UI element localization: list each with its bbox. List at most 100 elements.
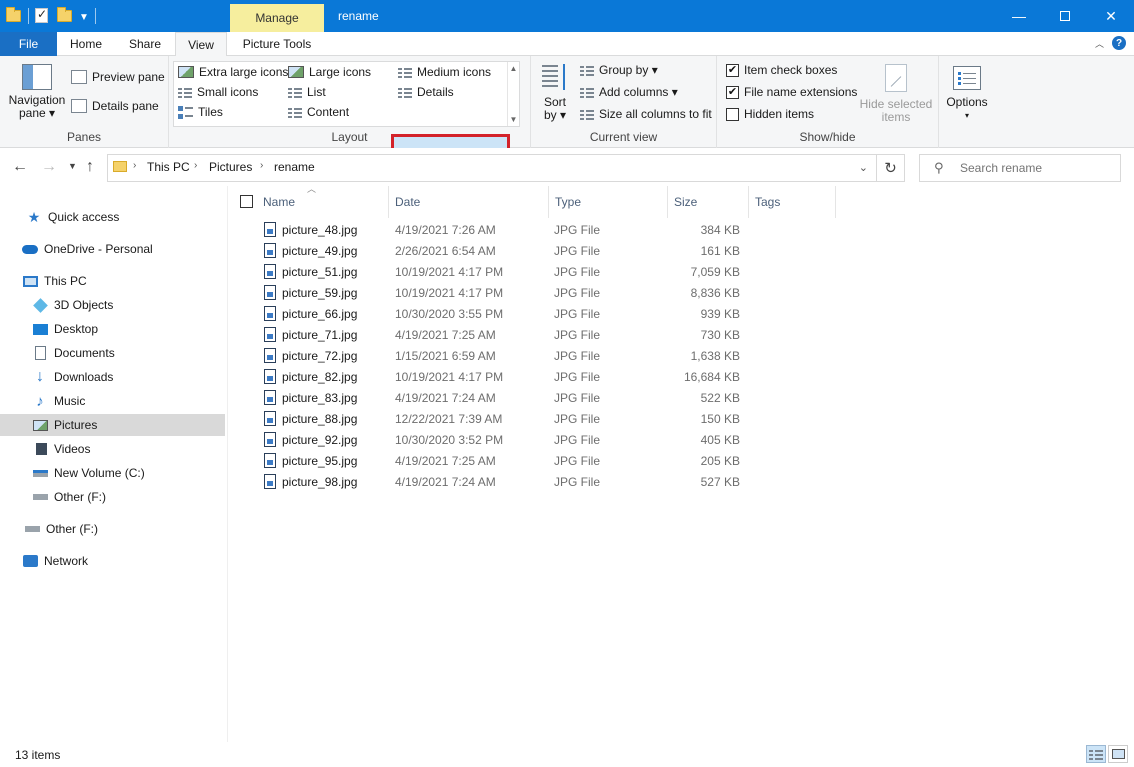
sidebar-item-network[interactable]: Network [0, 550, 225, 572]
layout-tiles[interactable]: Tiles [178, 105, 223, 119]
folder-icon[interactable] [6, 7, 22, 24]
breadcrumb-separator-icon[interactable]: › [194, 160, 197, 171]
preview-pane-button[interactable]: Preview pane [71, 70, 165, 84]
manage-context-tab[interactable]: Manage [230, 4, 324, 32]
close-button[interactable]: ✕ [1088, 0, 1134, 32]
layout-medium-icons[interactable]: Medium icons [398, 65, 491, 79]
layout-large-icons[interactable]: Large icons [288, 65, 371, 79]
address-bar[interactable]: › This PC › Pictures › rename ⌄ [107, 154, 877, 182]
sidebar-item-onedrive[interactable]: OneDrive - Personal [0, 238, 225, 260]
file-name-extensions-checkbox[interactable]: ✔ [726, 85, 739, 99]
item-check-boxes-checkbox[interactable]: ✔ [726, 63, 739, 77]
hide-selected-items-button[interactable]: Hide selected items [859, 64, 933, 124]
table-row[interactable]: picture_95.jpg 4/19/2021 7:25 AM JPG File 2… [258, 451, 748, 472]
sidebar-item-desktop[interactable]: Desktop [0, 318, 225, 340]
scroll-up-icon[interactable]: ▲ [510, 64, 518, 73]
column-header-tags[interactable]: Tags [749, 186, 836, 218]
group-by-button[interactable]: Group by ▾ [580, 63, 658, 77]
table-row[interactable]: picture_82.jpg 10/19/2021 4:17 PM JPG File… [258, 367, 748, 388]
layout-content[interactable]: Content [288, 105, 349, 119]
details-view-button[interactable] [1086, 745, 1106, 763]
sidebar-item-label: OneDrive - Personal [44, 242, 153, 256]
sidebar-item-videos[interactable]: Videos [0, 438, 225, 460]
scroll-down-icon[interactable]: ▼ [510, 115, 518, 124]
table-row[interactable]: picture_72.jpg 1/15/2021 6:59 AM JPG File 1… [258, 346, 748, 367]
sidebar-item-other-f-root[interactable]: Other (F:) [0, 518, 225, 540]
layout-gallery-scroll[interactable]: ▲ ▼ [507, 62, 519, 126]
file-date: 10/30/2020 3:55 PM [395, 307, 504, 321]
table-row[interactable]: picture_98.jpg 4/19/2021 7:24 AM JPG File 5… [258, 472, 748, 493]
sidebar-item-new-volume-c[interactable]: New Volume (C:) [0, 462, 225, 484]
table-row[interactable]: picture_49.jpg 2/26/2021 6:54 AM JPG File 1… [258, 241, 748, 262]
column-header-date[interactable]: Date [389, 186, 549, 218]
table-row[interactable]: picture_83.jpg 4/19/2021 7:24 AM JPG File 5… [258, 388, 748, 409]
sidebar-item-3d-objects[interactable]: 3D Objects [0, 294, 225, 316]
column-header-size[interactable]: Size [668, 186, 749, 218]
help-icon[interactable]: ? [1112, 36, 1126, 50]
search-input[interactable] [960, 160, 1115, 176]
customize-toolbar-chevron-icon[interactable]: ▼ [79, 12, 89, 23]
tab-file[interactable]: File [0, 32, 57, 56]
address-folder-icon [113, 161, 127, 172]
table-row[interactable]: picture_66.jpg 10/30/2020 3:55 PM JPG File… [258, 304, 748, 325]
tab-picture-tools[interactable]: Picture Tools [229, 32, 325, 56]
breadcrumb-rename[interactable]: rename [274, 160, 315, 174]
properties-icon[interactable] [35, 7, 51, 24]
back-arrow-icon[interactable]: ← [12, 158, 28, 176]
search-box[interactable]: ⚲ [919, 154, 1121, 182]
breadcrumb-separator-icon[interactable]: › [133, 160, 136, 171]
file-name: picture_98.jpg [282, 475, 358, 489]
table-row[interactable]: picture_88.jpg 12/22/2021 7:39 AM JPG File… [258, 409, 748, 430]
file-name-extensions-option[interactable]: ✔ File name extensions [726, 85, 857, 99]
table-row[interactable]: picture_71.jpg 4/19/2021 7:25 AM JPG File 7… [258, 325, 748, 346]
layout-details[interactable]: Details [398, 85, 454, 99]
table-row[interactable]: picture_92.jpg 10/30/2020 3:52 PM JPG File… [258, 430, 748, 451]
sidebar-item-documents[interactable]: Documents [0, 342, 225, 364]
file-date: 10/30/2020 3:52 PM [395, 433, 504, 447]
sidebar-item-other-f[interactable]: Other (F:) [0, 486, 225, 508]
sort-by-button[interactable]: Sort by ▾ [540, 62, 570, 122]
new-folder-icon[interactable] [57, 7, 73, 24]
breadcrumb-separator-icon[interactable]: › [260, 160, 263, 171]
collapse-ribbon-chevron-icon[interactable]: ︿ [1095, 37, 1104, 50]
sidebar-item-quick-access[interactable]: ★ Quick access [0, 206, 225, 228]
sidebar-item-pictures[interactable]: Pictures [0, 414, 225, 436]
extra-large-icons-icon [178, 66, 194, 78]
column-header-name[interactable]: Name [257, 186, 389, 218]
refresh-button[interactable]: ↻ [877, 154, 905, 182]
hidden-items-checkbox[interactable] [726, 107, 739, 121]
item-check-boxes-option[interactable]: ✔ Item check boxes [726, 63, 837, 77]
table-row[interactable]: picture_51.jpg 10/19/2021 4:17 PM JPG File… [258, 262, 748, 283]
breadcrumb-this-pc[interactable]: This PC [147, 160, 190, 174]
breadcrumb-pictures[interactable]: Pictures [209, 160, 252, 174]
maximize-button[interactable] [1042, 0, 1088, 32]
tab-view[interactable]: View [175, 32, 227, 57]
tab-share[interactable]: Share [115, 32, 175, 56]
options-button[interactable]: Options ▾ [943, 66, 991, 122]
minimize-button[interactable]: — [996, 0, 1042, 32]
up-arrow-icon[interactable]: ↑ [86, 158, 94, 176]
layout-extra-large-icons[interactable]: Extra large icons [178, 65, 288, 79]
address-history-chevron-icon[interactable]: ⌄ [859, 161, 868, 174]
sidebar-item-music[interactable]: ♪ Music [0, 390, 225, 412]
hidden-items-option[interactable]: Hidden items [726, 107, 814, 121]
large-icons-view-icon [1111, 749, 1125, 759]
add-columns-icon [580, 86, 594, 98]
sidebar-item-this-pc[interactable]: This PC [0, 270, 225, 292]
size-columns-button[interactable]: Size all columns to fit [580, 107, 712, 121]
column-header-type[interactable]: Type [549, 186, 668, 218]
details-pane-button[interactable]: Details pane [71, 99, 159, 113]
select-all-checkbox[interactable] [240, 195, 253, 208]
navigation-pane-button[interactable]: Navigation pane ▾ [7, 64, 67, 120]
layout-small-icons[interactable]: Small icons [178, 85, 258, 99]
layout-list[interactable]: List [288, 85, 326, 99]
table-row[interactable]: picture_59.jpg 10/19/2021 4:17 PM JPG File… [258, 283, 748, 304]
large-icons-view-button[interactable] [1108, 745, 1128, 763]
add-columns-button[interactable]: Add columns ▾ [580, 85, 678, 99]
sidebar-item-downloads[interactable]: ↓ Downloads [0, 366, 225, 388]
table-row[interactable]: picture_48.jpg 4/19/2021 7:26 AM JPG File 3… [258, 220, 748, 241]
tab-home[interactable]: Home [57, 32, 115, 56]
forward-arrow-icon[interactable]: → [41, 158, 57, 176]
recent-locations-chevron-icon[interactable]: ▼ [68, 161, 77, 171]
show-hide-group-label: Show/hide [799, 130, 856, 144]
